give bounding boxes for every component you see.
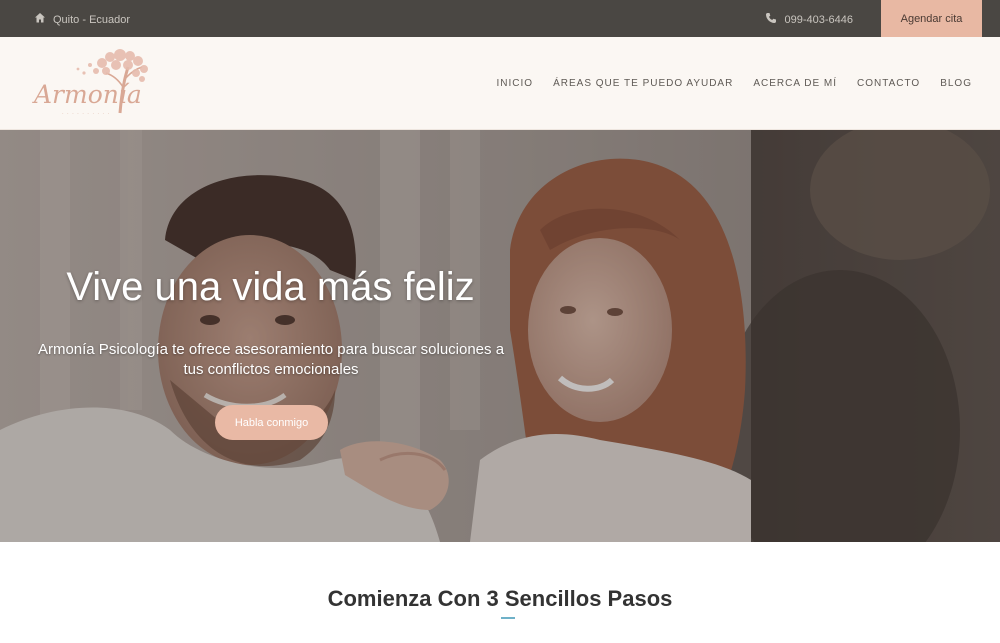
phone-info[interactable]: 099-403-6446 [765, 12, 853, 27]
talk-to-me-button[interactable]: Habla conmigo [215, 405, 328, 440]
phone-icon [765, 12, 777, 27]
main-nav: INICIO ÁREAS QUE TE PUEDO AYUDAR ACERCA … [497, 78, 972, 89]
hero-photo [0, 130, 1000, 542]
home-icon [34, 12, 46, 27]
hero-title: Vive una vida más feliz [66, 265, 475, 309]
nav-item-inicio[interactable]: INICIO [497, 78, 534, 89]
hero-section [0, 130, 1000, 542]
location-info: Quito - Ecuador [34, 12, 130, 27]
tree-logo-icon: Armonía · · · · · · · · · · [32, 49, 148, 117]
nav-item-acerca[interactable]: ACERCA DE MÍ [753, 78, 837, 89]
svg-text:· · · · · · · · · ·: · · · · · · · · · · [62, 111, 110, 117]
schedule-appointment-button[interactable]: Agendar cita [881, 0, 982, 37]
nav-item-contacto[interactable]: CONTACTO [857, 78, 920, 89]
nav-item-areas[interactable]: ÁREAS QUE TE PUEDO AYUDAR [553, 78, 733, 89]
top-bar: Quito - Ecuador 099-403-6446 Agendar cit… [0, 0, 1000, 37]
hero-subtitle: Armonía Psicología te ofrece asesoramien… [37, 341, 505, 378]
site-header: Armonía · · · · · · · · · · INICIO ÁREAS… [0, 37, 1000, 130]
phone-number[interactable]: 099-403-6446 [784, 14, 853, 26]
site-logo[interactable]: Armonía · · · · · · · · · · [32, 49, 148, 119]
section-divider [501, 617, 515, 619]
nav-item-blog[interactable]: BLOG [940, 78, 972, 89]
svg-text:Armonía: Armonía [32, 80, 142, 109]
section-title: Comienza Con 3 Sencillos Pasos [327, 586, 673, 611]
location-text: Quito - Ecuador [53, 13, 131, 26]
